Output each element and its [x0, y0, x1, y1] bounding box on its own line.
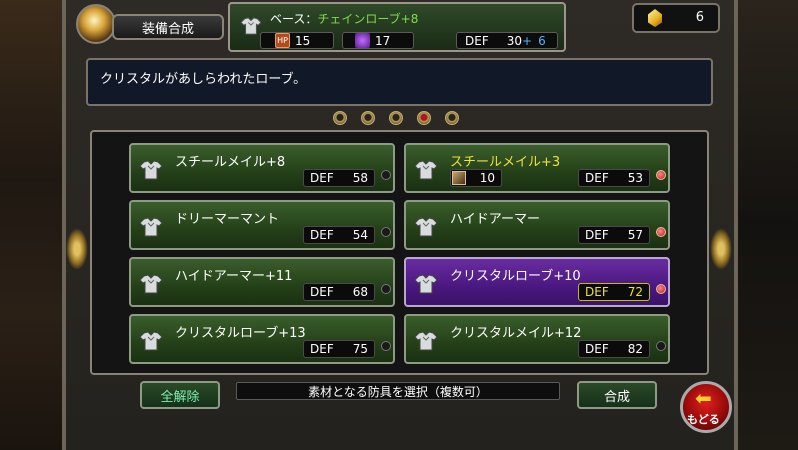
def-value: 58: [352, 171, 368, 185]
def-label: DEF: [310, 171, 334, 185]
background-left: [0, 0, 68, 450]
material-box: 10: [450, 169, 502, 187]
equipment-item[interactable]: クリスタルメイル+12 DEF 82: [404, 314, 670, 364]
armor-icon: [139, 331, 163, 351]
item-description: クリスタルがあしらわれたローブ。: [100, 72, 307, 87]
item-name: クリスタルローブ+13: [175, 326, 306, 341]
def-bonus: 6: [538, 33, 546, 48]
def-box: DEF 72: [578, 283, 650, 301]
back-button[interactable]: ⬅ もどる: [680, 381, 732, 433]
item-name: スチールメイル+3: [450, 155, 561, 170]
base-label: ベース：: [270, 12, 318, 26]
crystal-counter: 6: [632, 3, 720, 33]
armor-icon: [139, 217, 163, 237]
def-box: DEF 53: [578, 169, 650, 187]
def-value: 82: [627, 342, 643, 356]
selection-marker: [381, 284, 391, 294]
def-plus: +: [522, 33, 533, 48]
def-box: DEF 58: [303, 169, 375, 187]
equipment-item[interactable]: ハイドアーマー+11 DEF 68: [129, 257, 395, 307]
armor-icon: [139, 160, 163, 180]
selection-marker: [656, 227, 666, 237]
back-arrow-icon: ⬅: [695, 386, 712, 410]
item-name: ドリーマーマント: [175, 212, 280, 227]
selection-hint: 素材となる防具を選択（複数可）: [236, 382, 560, 400]
def-label: DEF: [585, 285, 609, 299]
def-box: DEF 68: [303, 283, 375, 301]
page-dot-1[interactable]: [333, 111, 347, 125]
mp-stat: 17: [342, 32, 414, 49]
page-dot-4[interactable]: [417, 111, 431, 125]
hammer-icon: [452, 171, 466, 185]
selection-marker: [381, 341, 391, 351]
equipment-item[interactable]: クリスタルローブ+13 DEF 75: [129, 314, 395, 364]
armor-icon: [414, 331, 438, 351]
description-panel: クリスタルがあしらわれたローブ。: [86, 58, 713, 106]
page-dot-2[interactable]: [361, 111, 375, 125]
armor-icon: [414, 217, 438, 237]
equipment-item[interactable]: スチールメイル+3 10 DEF 53: [404, 143, 670, 193]
item-name: ハイドアーマー: [450, 212, 540, 227]
def-label: DEF: [585, 228, 609, 242]
equipment-item[interactable]: ハイドアーマー DEF 57: [404, 200, 670, 250]
armor-icon: [414, 274, 438, 294]
potion-icon: [355, 33, 370, 48]
crystal-icon: [648, 9, 662, 27]
def-box: DEF 57: [578, 226, 650, 244]
item-name: クリスタルメイル+12: [450, 326, 582, 341]
selection-marker: [656, 341, 666, 351]
selection-marker: [381, 227, 391, 237]
equipment-item[interactable]: ドリーマーマント DEF 54: [129, 200, 395, 250]
hp-stat: HP 15: [260, 32, 334, 49]
selection-marker: [656, 170, 666, 180]
page-next-arrow[interactable]: [710, 228, 732, 270]
clear-all-button[interactable]: 全解除: [140, 381, 220, 409]
def-box: DEF 82: [578, 340, 650, 358]
def-box: DEF 75: [303, 340, 375, 358]
equipment-item[interactable]: スチールメイル+8 DEF 58: [129, 143, 395, 193]
def-value: 30: [506, 33, 523, 48]
armor-icon: [414, 160, 438, 180]
def-value: 75: [352, 342, 368, 356]
synthesis-hammer-icon: [76, 4, 116, 44]
page-dot-3[interactable]: [389, 111, 403, 125]
def-value: 68: [352, 285, 368, 299]
page-prev-arrow[interactable]: [66, 228, 88, 270]
def-label: DEF: [310, 342, 334, 356]
def-stat: DEF 30 + 6: [456, 32, 558, 49]
def-label: DEF: [465, 33, 489, 48]
selection-marker: [381, 170, 391, 180]
combine-button[interactable]: 合成: [577, 381, 657, 409]
def-label: DEF: [310, 285, 334, 299]
screen-title: 装備合成: [112, 14, 224, 40]
def-box: DEF 54: [303, 226, 375, 244]
base-equipment-panel: ベース：チェインローブ+8 HP 15 17 DEF 30 + 6: [228, 2, 566, 52]
item-name: ハイドアーマー+11: [175, 269, 293, 284]
page-indicator: [333, 111, 463, 127]
def-value: 57: [627, 228, 643, 242]
def-label: DEF: [585, 171, 609, 185]
def-value: 54: [352, 228, 368, 242]
def-value: 72: [627, 285, 643, 299]
hp-icon: HP: [275, 33, 290, 48]
item-name: クリスタルローブ+10: [450, 269, 581, 284]
back-label: もどる: [687, 413, 720, 426]
item-name: スチールメイル+8: [175, 155, 286, 170]
equipment-item-selected[interactable]: クリスタルローブ+10 DEF 72: [404, 257, 670, 307]
crystal-count: 6: [695, 10, 704, 25]
selection-marker: [656, 284, 666, 294]
material-count: 10: [479, 171, 495, 185]
background-right: [735, 0, 798, 450]
base-title: ベース：チェインローブ+8: [270, 10, 418, 27]
def-label: DEF: [310, 228, 334, 242]
def-value: 53: [627, 171, 643, 185]
page-dot-5[interactable]: [445, 111, 459, 125]
base-name: チェインローブ+8: [317, 12, 419, 26]
armor-icon: [139, 274, 163, 294]
hp-value: 15: [295, 33, 311, 48]
mp-value: 17: [375, 33, 391, 48]
armor-icon: [240, 17, 262, 35]
def-label: DEF: [585, 342, 609, 356]
